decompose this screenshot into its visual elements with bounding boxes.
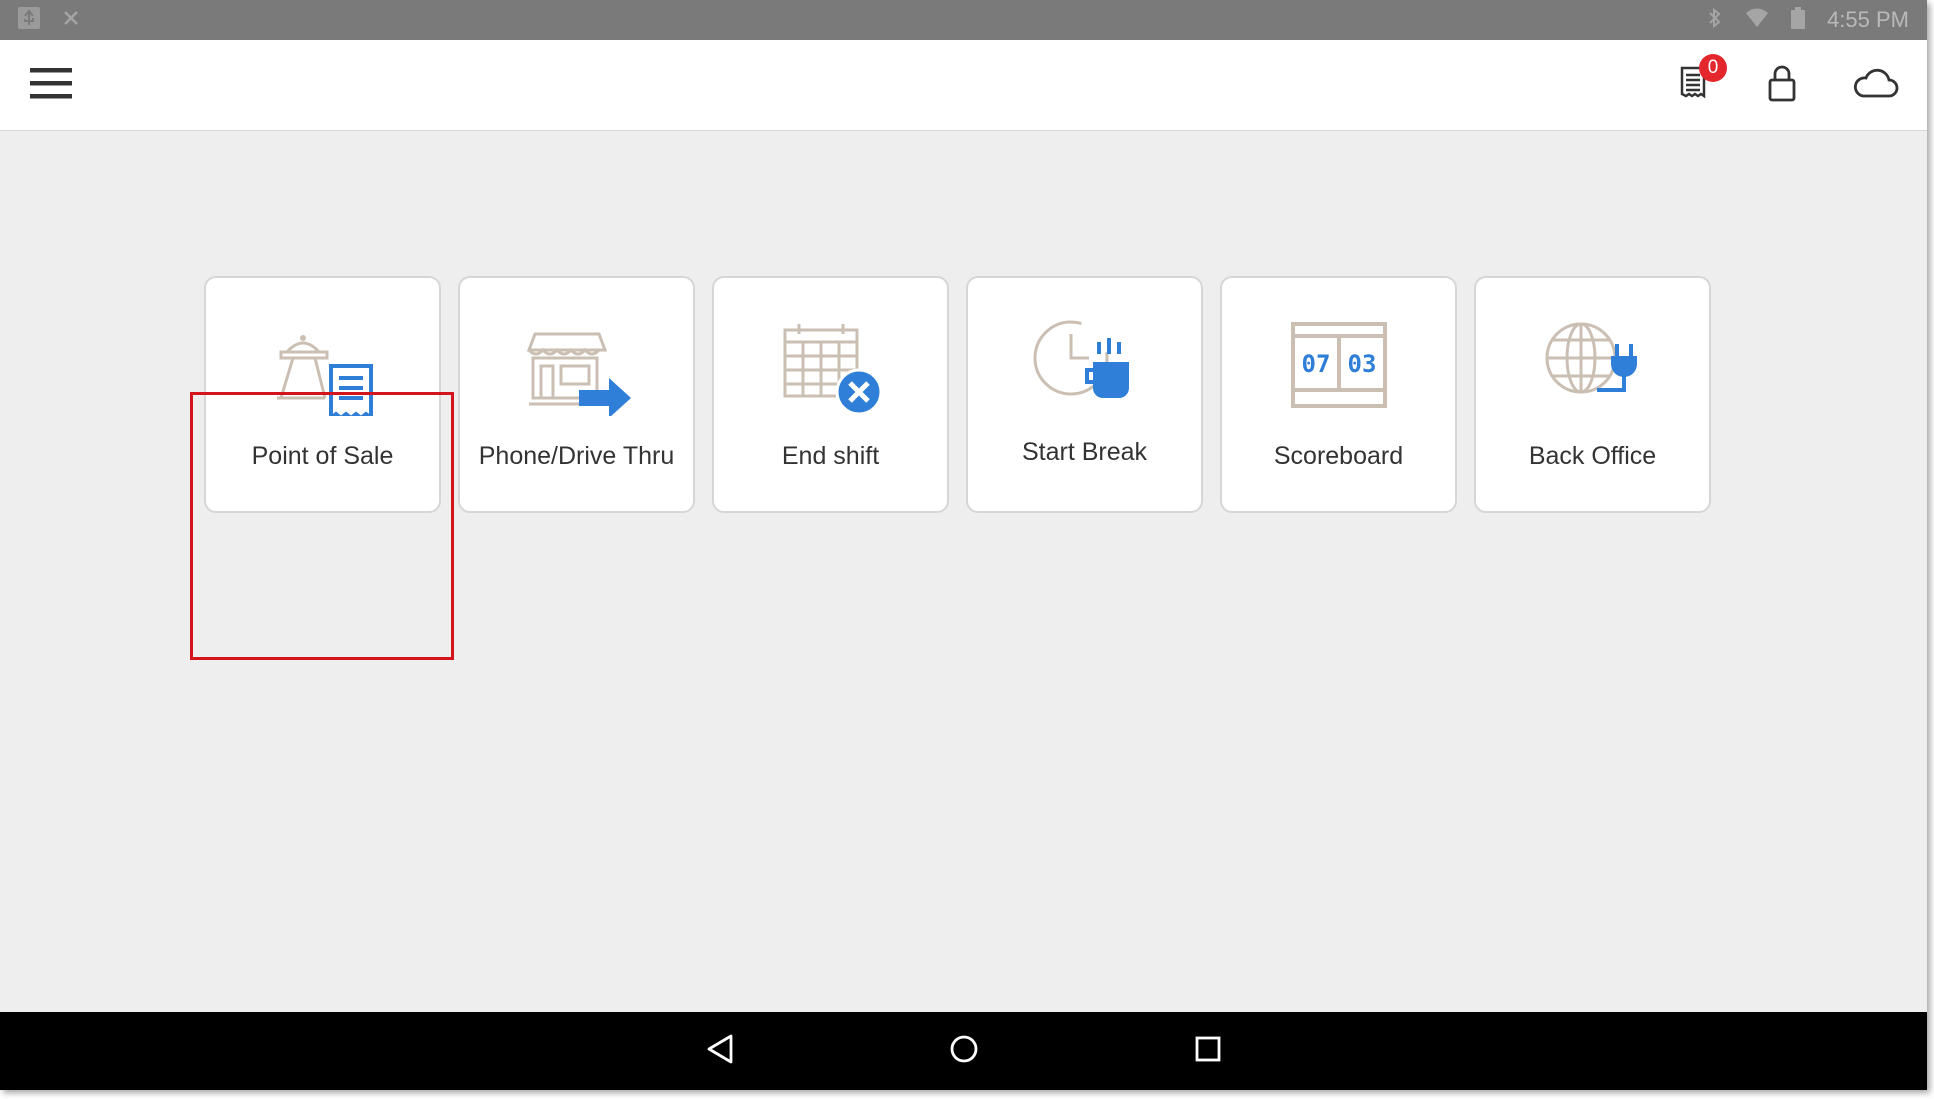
app-bar: 0 <box>0 40 1927 131</box>
status-bar: 4:55 PM <box>0 0 1927 40</box>
tile-point-of-sale[interactable]: Point of Sale <box>204 276 441 513</box>
home-icon <box>948 1033 980 1070</box>
orders-button[interactable]: 0 <box>1679 53 1727 107</box>
tile-label: Back Office <box>1528 442 1657 470</box>
home-button[interactable] <box>942 1029 986 1073</box>
recents-icon <box>1194 1035 1222 1068</box>
tile-label: Phone/Drive Thru <box>478 442 675 470</box>
navigation-bar <box>0 1012 1927 1090</box>
launcher-tiles: Point of Sale Phone/Drive Thru End shift… <box>204 276 1711 513</box>
tile-scoreboard[interactable]: 07 03 Scoreboard <box>1220 276 1457 513</box>
status-time: 4:55 PM <box>1827 7 1909 32</box>
calendar-cancel-icon <box>771 316 891 416</box>
app-bar-actions: 0 <box>1679 53 1899 107</box>
tile-start-break[interactable]: Start Break <box>966 276 1203 513</box>
clock-coffee-icon <box>1025 316 1145 416</box>
tile-label: Start Break <box>1021 438 1148 466</box>
storefront-arrow-icon <box>517 316 637 418</box>
back-button[interactable] <box>698 1029 742 1073</box>
status-right: 4:55 PM <box>1707 6 1909 34</box>
recents-button[interactable] <box>1186 1029 1230 1073</box>
tile-phone-drive-thru[interactable]: Phone/Drive Thru <box>458 276 695 513</box>
device-screen: 4:55 PM 0 Point of Sale Phone/Drive Thru… <box>0 0 1927 1090</box>
battery-icon <box>1791 6 1806 34</box>
tile-label: End shift <box>781 442 880 470</box>
menu-icon <box>30 66 72 105</box>
orders-badge: 0 <box>1699 53 1727 82</box>
point-of-sale-icon <box>263 316 383 423</box>
tile-back-office[interactable]: Back Office <box>1474 276 1711 513</box>
cloud-icon <box>1851 66 1899 105</box>
main-content <box>0 132 1927 1012</box>
back-icon <box>705 1033 735 1070</box>
tile-label: Scoreboard <box>1273 442 1404 470</box>
bluetooth-icon <box>1707 7 1723 34</box>
globe-plug-icon <box>1533 316 1653 416</box>
lock-button[interactable] <box>1767 64 1797 107</box>
status-left <box>18 6 80 34</box>
cloud-button[interactable] <box>1851 66 1899 105</box>
tile-label: Point of Sale <box>251 442 394 470</box>
score-right: 03 <box>1347 350 1376 378</box>
close-icon <box>62 9 80 32</box>
lock-icon <box>1767 64 1797 107</box>
menu-button[interactable] <box>30 66 72 105</box>
tile-end-shift[interactable]: End shift <box>712 276 949 513</box>
usb-icon <box>18 6 40 34</box>
wifi-icon <box>1745 8 1769 33</box>
score-left: 07 <box>1301 350 1330 378</box>
scoreboard-icon: 07 03 <box>1279 316 1399 416</box>
